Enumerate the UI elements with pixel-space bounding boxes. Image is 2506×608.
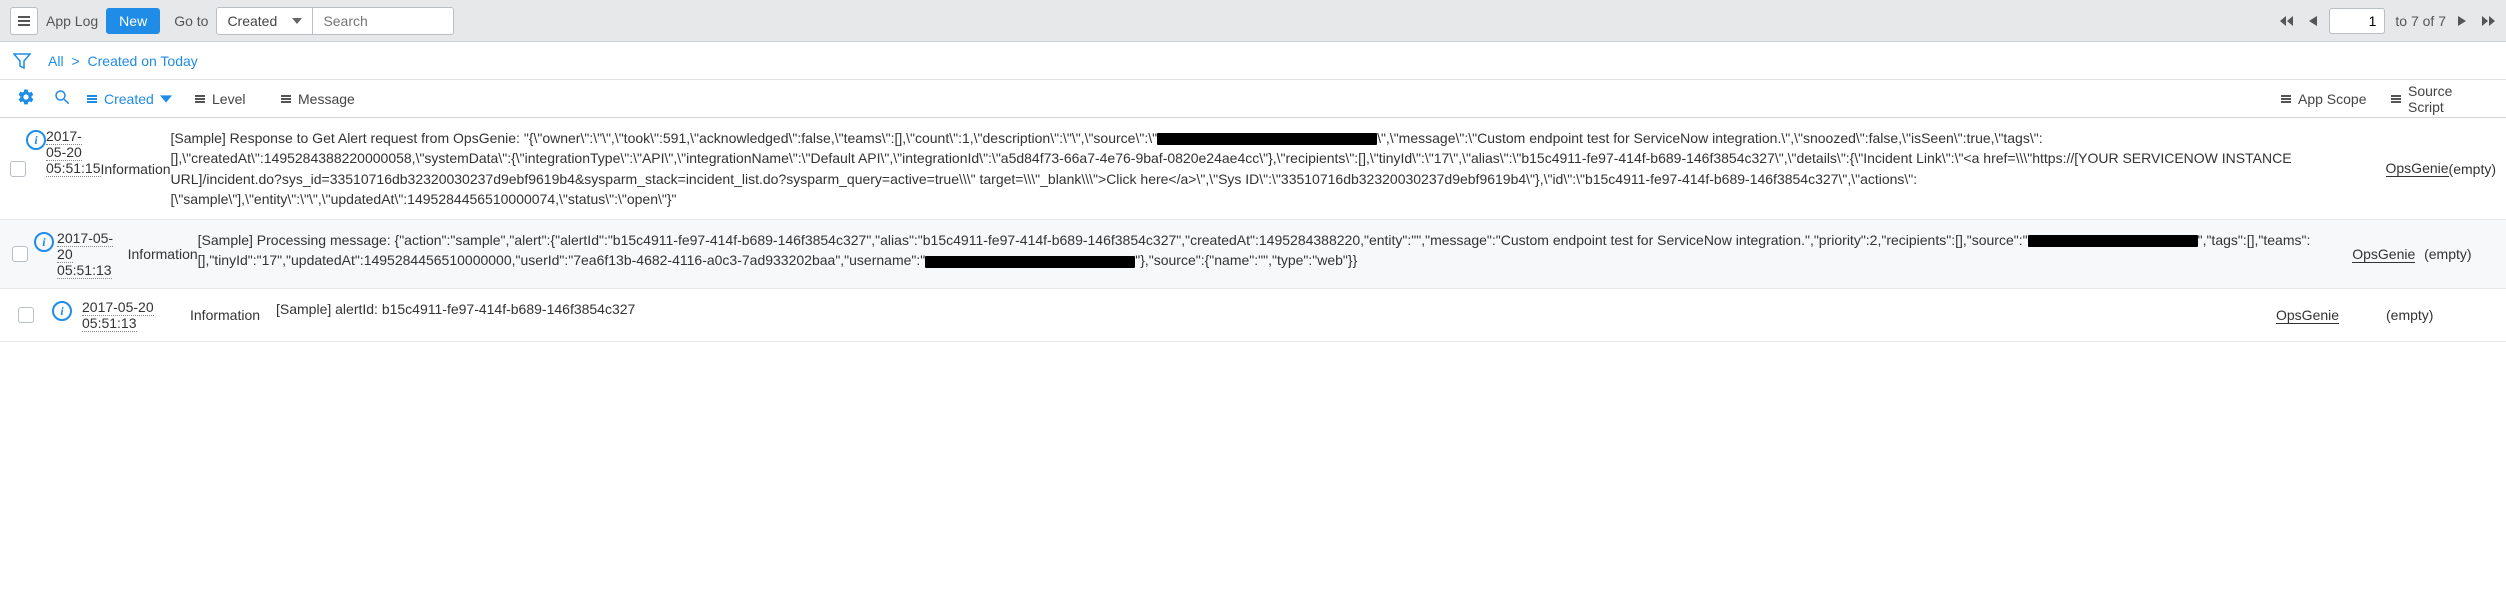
pager-last-button[interactable] <box>2478 14 2496 28</box>
chevron-down-icon <box>292 16 302 26</box>
row-info-button[interactable]: i <box>34 232 54 252</box>
cell-level: Information <box>101 128 171 209</box>
app-scope-link[interactable]: OpsGenie <box>2386 160 2449 177</box>
app-scope-link[interactable]: OpsGenie <box>2352 246 2415 263</box>
funnel-icon <box>13 52 31 70</box>
column-label-message: Message <box>298 91 355 107</box>
breadcrumb-all[interactable]: All <box>48 53 64 69</box>
pager-next-button[interactable] <box>2456 14 2468 28</box>
cell-source-script: (empty) <box>2386 299 2496 331</box>
toolbar-pager: to 7 of 7 <box>2279 8 2496 34</box>
last-page-icon <box>2478 14 2496 28</box>
column-menu-icon <box>2390 93 2402 105</box>
table-row: i2017-05-2005:51:13 Information[Sample] P… <box>0 220 2506 289</box>
column-search-button[interactable] <box>53 88 71 109</box>
column-header-created[interactable]: Created <box>82 91 190 107</box>
pager-prev-button[interactable] <box>2307 14 2319 28</box>
column-label-scope: App Scope <box>2298 91 2367 107</box>
filter-button[interactable] <box>10 52 34 70</box>
breadcrumb-filter[interactable]: Created on Today <box>88 53 198 69</box>
gear-icon <box>17 88 35 106</box>
created-time-link[interactable]: 05:51:15 <box>46 160 101 177</box>
cell-level: Information <box>190 299 276 331</box>
column-header-row: Created Level Message App Scope Source S… <box>0 80 2506 118</box>
goto-label: Go to <box>174 13 208 29</box>
goto-select-group: Created <box>216 7 454 35</box>
table-row: i2017-05-2005:51:15Information[Sample] R… <box>0 118 2506 220</box>
cell-level: Information <box>128 230 198 278</box>
page-total-label: to 7 of 7 <box>2395 13 2446 29</box>
cell-message: [Sample] alertId: b15c4911-fe97-414f-b68… <box>276 299 2276 331</box>
table-row: i 2017-05-2005:51:13 Information[Sample] a… <box>0 289 2506 342</box>
column-header-message[interactable]: Message <box>276 91 2276 107</box>
search-icon <box>53 88 71 106</box>
column-menu-icon <box>194 93 206 105</box>
row-info-button[interactable]: i <box>52 301 72 321</box>
new-button[interactable]: New <box>106 8 160 34</box>
cell-source-script: (empty) <box>2449 128 2496 209</box>
personalize-columns-button[interactable] <box>17 88 35 109</box>
column-header-app-scope[interactable]: App Scope <box>2276 91 2386 107</box>
created-date-link[interactable]: 2017-05-20 <box>46 128 82 161</box>
filter-bar: All > Created on Today <box>0 42 2506 80</box>
search-input[interactable] <box>313 8 453 34</box>
next-page-icon <box>2456 14 2468 28</box>
row-checkbox[interactable] <box>18 307 34 323</box>
table-body: i2017-05-2005:51:15Information[Sample] R… <box>0 118 2506 342</box>
goto-field-select[interactable]: Created <box>217 8 313 34</box>
page-number-input[interactable] <box>2329 8 2385 34</box>
cell-message: [Sample] Response to Get Alert request f… <box>171 128 2386 209</box>
goto-field-value: Created <box>227 13 277 29</box>
column-menu-icon <box>280 93 292 105</box>
column-header-source-script[interactable]: Source Script <box>2386 83 2496 115</box>
created-date-link[interactable]: 2017-05-20 <box>82 299 154 316</box>
column-menu-icon <box>86 93 98 105</box>
redacted-text <box>2028 235 2198 247</box>
column-header-level[interactable]: Level <box>190 91 276 107</box>
pager-first-button[interactable] <box>2279 14 2297 28</box>
breadcrumb: All > Created on Today <box>48 53 198 69</box>
toolbar: App Log New Go to Created to 7 of 7 <box>0 0 2506 42</box>
created-time-link[interactable]: 05:51:13 <box>57 262 112 279</box>
column-label-script: Source Script <box>2408 83 2492 115</box>
first-page-icon <box>2279 14 2297 28</box>
created-time-link[interactable]: 05:51:13 <box>82 315 137 332</box>
hamburger-icon <box>17 14 31 28</box>
row-checkbox[interactable] <box>10 161 26 177</box>
row-checkbox[interactable] <box>12 246 28 262</box>
breadcrumb-sep: > <box>71 53 79 69</box>
created-date-link[interactable]: 2017-05-20 <box>57 230 113 263</box>
app-title: App Log <box>46 13 98 29</box>
redacted-text <box>1157 133 1377 145</box>
redacted-text <box>925 256 1135 268</box>
sort-desc-icon <box>160 93 172 105</box>
cell-source-script: (empty) <box>2424 230 2496 278</box>
column-label-created: Created <box>104 91 154 107</box>
column-label-level: Level <box>212 91 245 107</box>
row-info-button[interactable]: i <box>26 130 46 150</box>
cell-message: [Sample] Processing message: {"action":"… <box>198 230 2353 278</box>
column-menu-icon <box>2280 93 2292 105</box>
prev-page-icon <box>2307 14 2319 28</box>
menu-button[interactable] <box>10 7 38 35</box>
app-scope-link[interactable]: OpsGenie <box>2276 307 2339 324</box>
